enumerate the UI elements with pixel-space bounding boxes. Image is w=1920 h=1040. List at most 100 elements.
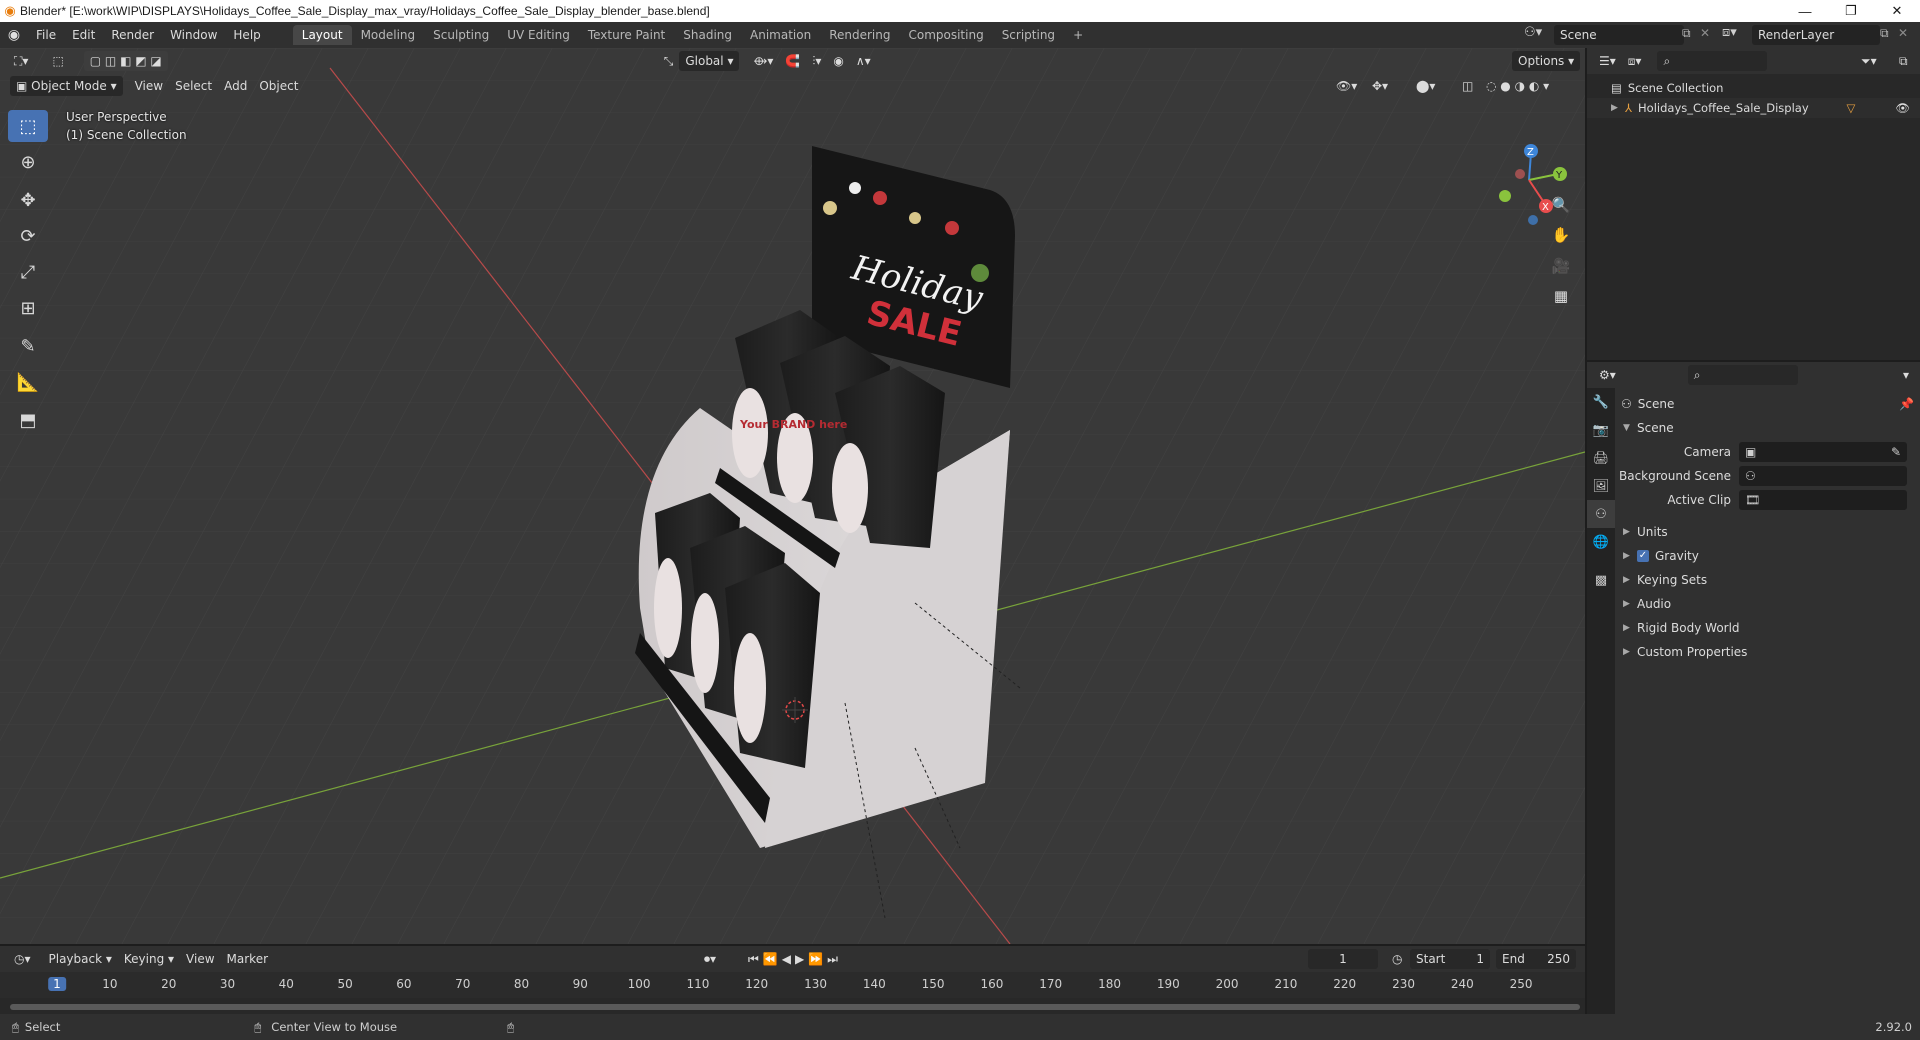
eyedropper-icon[interactable]: ✎ <box>1891 445 1901 459</box>
perspective-toggle-icon[interactable]: ▦ <box>1546 281 1576 311</box>
tab-modeling[interactable]: Modeling <box>352 25 425 45</box>
zoom-icon[interactable]: 🔍 <box>1546 190 1576 220</box>
menu-window[interactable]: Window <box>162 25 225 45</box>
pin-icon[interactable]: 📌 <box>1899 397 1914 411</box>
world-tab-icon[interactable]: 🌐 <box>1587 528 1615 556</box>
outliner-scene-collection[interactable]: ▤ Scene Collection <box>1587 78 1920 98</box>
gravity-checkbox[interactable]: ✓ <box>1637 550 1649 562</box>
current-frame-field[interactable]: 1 <box>1308 949 1378 969</box>
shading-modes-icons[interactable]: ◌ ● ◑ ◐ ▾ <box>1480 76 1555 96</box>
menu-help[interactable]: Help <box>225 25 268 45</box>
overlays-icon[interactable]: ⬤▾ <box>1410 76 1441 96</box>
blender-menu-icon[interactable]: ◉ <box>0 27 28 43</box>
timeline-menu-marker[interactable]: Marker <box>221 949 274 969</box>
camera-field[interactable]: ▣ ✎ <box>1739 442 1907 462</box>
tab-sculpting[interactable]: Sculpting <box>424 25 498 45</box>
transform-orientation-icon[interactable]: ⤡ <box>658 51 680 71</box>
tab-texture-paint[interactable]: Texture Paint <box>579 25 674 45</box>
properties-options-icon[interactable]: ▾ <box>1897 365 1915 385</box>
select-box-tool-icon[interactable]: ⬚ <box>8 110 48 142</box>
scene-tab-icon[interactable]: ⚇ <box>1587 500 1615 528</box>
options-dropdown[interactable]: Options ▾ <box>1512 51 1581 71</box>
outliner-item[interactable]: ▶ ⅄ Holidays_Coffee_Sale_Display ▽ 👁 <box>1587 98 1920 118</box>
timeline-editor-type-icon[interactable]: ◷▾ <box>8 949 37 969</box>
annotate-tool-icon[interactable]: ✎ <box>8 330 48 362</box>
tab-compositing[interactable]: Compositing <box>899 25 992 45</box>
render-tab-icon[interactable]: 📷 <box>1587 416 1615 444</box>
custom-properties-panel-header[interactable]: ▶ Custom Properties <box>1617 640 1920 664</box>
camera-view-icon[interactable]: 🎥 <box>1546 251 1576 281</box>
proportional-edit-icon[interactable]: ◉ <box>827 51 849 71</box>
cursor-tool-icon[interactable]: ⊕ <box>8 146 48 178</box>
active-clip-field[interactable]: 🎞 <box>1739 490 1907 510</box>
end-frame-field[interactable]: End 250 <box>1496 949 1576 969</box>
units-panel-header[interactable]: ▶ Units <box>1617 520 1920 544</box>
pan-hand-icon[interactable]: ✋ <box>1546 220 1576 250</box>
xray-icon[interactable]: ◫ <box>1456 76 1479 96</box>
add-workspace-button[interactable]: + <box>1064 25 1092 45</box>
transform-tool-icon[interactable]: ⊞ <box>8 292 48 324</box>
audio-panel-header[interactable]: ▶ Audio <box>1617 592 1920 616</box>
snap-icon[interactable]: 🧲 <box>779 51 806 71</box>
tab-rendering[interactable]: Rendering <box>820 25 899 45</box>
3d-viewport[interactable]: Holiday SALE Your BRAND here Z Y X ⛶▾ ⬚ … <box>0 48 1585 944</box>
delete-scene-icon[interactable]: ✕ <box>1700 26 1710 40</box>
pivot-point-icon[interactable]: ⟴▾ <box>747 51 779 71</box>
tool-select-icon[interactable]: ⬚ <box>46 51 69 71</box>
frame-ruler[interactable]: 1 10 20 30 40 50 60 70 80 90 100 110 120 130 140 150 160… <box>0 972 1585 998</box>
scale-tool-icon[interactable]: ⤢ <box>8 256 48 288</box>
texture-tab-icon[interactable]: ▩ <box>1587 566 1615 594</box>
tab-uv-editing[interactable]: UV Editing <box>498 25 579 45</box>
output-tab-icon[interactable]: 🖨 <box>1587 444 1615 472</box>
view-layer-field[interactable]: RenderLayer <box>1752 25 1880 45</box>
close-button[interactable]: ✕ <box>1874 0 1920 22</box>
tab-layout[interactable]: Layout <box>292 25 352 45</box>
properties-search-input[interactable]: ⌕ <box>1687 365 1798 385</box>
scene-selector-icon[interactable]: ⚇▾ <box>1524 25 1542 40</box>
menu-file[interactable]: File <box>28 25 64 45</box>
timeline-menu-view[interactable]: View <box>180 949 220 969</box>
view-layer-tab-icon[interactable]: 🖼 <box>1587 472 1615 500</box>
record-button-icon[interactable]: ⏺▾ <box>698 949 722 969</box>
measure-tool-icon[interactable]: 📐 <box>8 366 48 398</box>
viewport-menu-add[interactable]: Add <box>218 76 253 96</box>
outliner-editor-type-icon[interactable]: ☰▾ <box>1593 51 1622 71</box>
viewport-menu-select[interactable]: Select <box>169 76 218 96</box>
editor-type-icon[interactable]: ⛶▾ <box>8 51 34 71</box>
maximize-button[interactable]: ❐ <box>1828 0 1874 22</box>
minimize-button[interactable]: — <box>1782 0 1828 22</box>
gravity-panel-header[interactable]: ▶ ✓ Gravity <box>1617 544 1920 568</box>
view-layer-selector-icon[interactable]: ⧈▾ <box>1722 25 1737 40</box>
new-view-layer-icon[interactable]: ⧉ <box>1880 26 1889 41</box>
rotate-tool-icon[interactable]: ⟳ <box>8 220 48 252</box>
keying-sets-panel-header[interactable]: ▶ Keying Sets <box>1617 568 1920 592</box>
outliner-search-input[interactable]: ⌕ <box>1657 51 1768 71</box>
delete-view-layer-icon[interactable]: ✕ <box>1898 26 1908 40</box>
expand-arrow-icon[interactable]: ▶ <box>1611 103 1625 113</box>
eye-icon[interactable]: 👁 <box>1895 101 1910 115</box>
new-collection-icon[interactable]: ⧉ <box>1893 51 1914 71</box>
tab-animation[interactable]: Animation <box>741 25 820 45</box>
gizmo-toggle-icon[interactable]: ✥▾ <box>1366 76 1394 96</box>
selection-mode-icons[interactable]: ▢ ◫ ◧ ◩ ◪ <box>83 51 168 71</box>
timeline-menu-keying[interactable]: Keying ▾ <box>118 949 180 969</box>
filter-icon[interactable]: ⏷▾ <box>1855 51 1883 71</box>
snap-target-icon[interactable]: ⫶▾ <box>806 51 827 71</box>
new-scene-icon[interactable]: ⧉ <box>1682 26 1691 41</box>
scene-name-field[interactable]: Scene <box>1554 25 1684 45</box>
visibility-icon[interactable]: 👁▾ <box>1330 76 1363 96</box>
modifier-icon[interactable]: ▽ <box>1847 101 1856 115</box>
timeline-scrollbar[interactable] <box>10 1004 1580 1010</box>
playback-controls[interactable]: ⏮⏪◀▶⏩⏭ <box>742 949 848 969</box>
move-tool-icon[interactable]: ✥ <box>8 184 48 216</box>
rigid-body-panel-header[interactable]: ▶ Rigid Body World <box>1617 616 1920 640</box>
background-scene-field[interactable]: ⚇ <box>1739 466 1907 486</box>
properties-editor-type-icon[interactable]: ⚙▾ <box>1593 365 1622 385</box>
start-frame-field[interactable]: Start 1 <box>1410 949 1490 969</box>
falloff-icon[interactable]: ∧▾ <box>850 51 877 71</box>
timeline-menu-playback[interactable]: Playback ▾ <box>43 949 118 969</box>
menu-edit[interactable]: Edit <box>64 25 103 45</box>
tab-scripting[interactable]: Scripting <box>993 25 1064 45</box>
display-mode-icon[interactable]: ⧈▾ <box>1622 51 1648 71</box>
viewport-menu-view[interactable]: View <box>129 76 169 96</box>
